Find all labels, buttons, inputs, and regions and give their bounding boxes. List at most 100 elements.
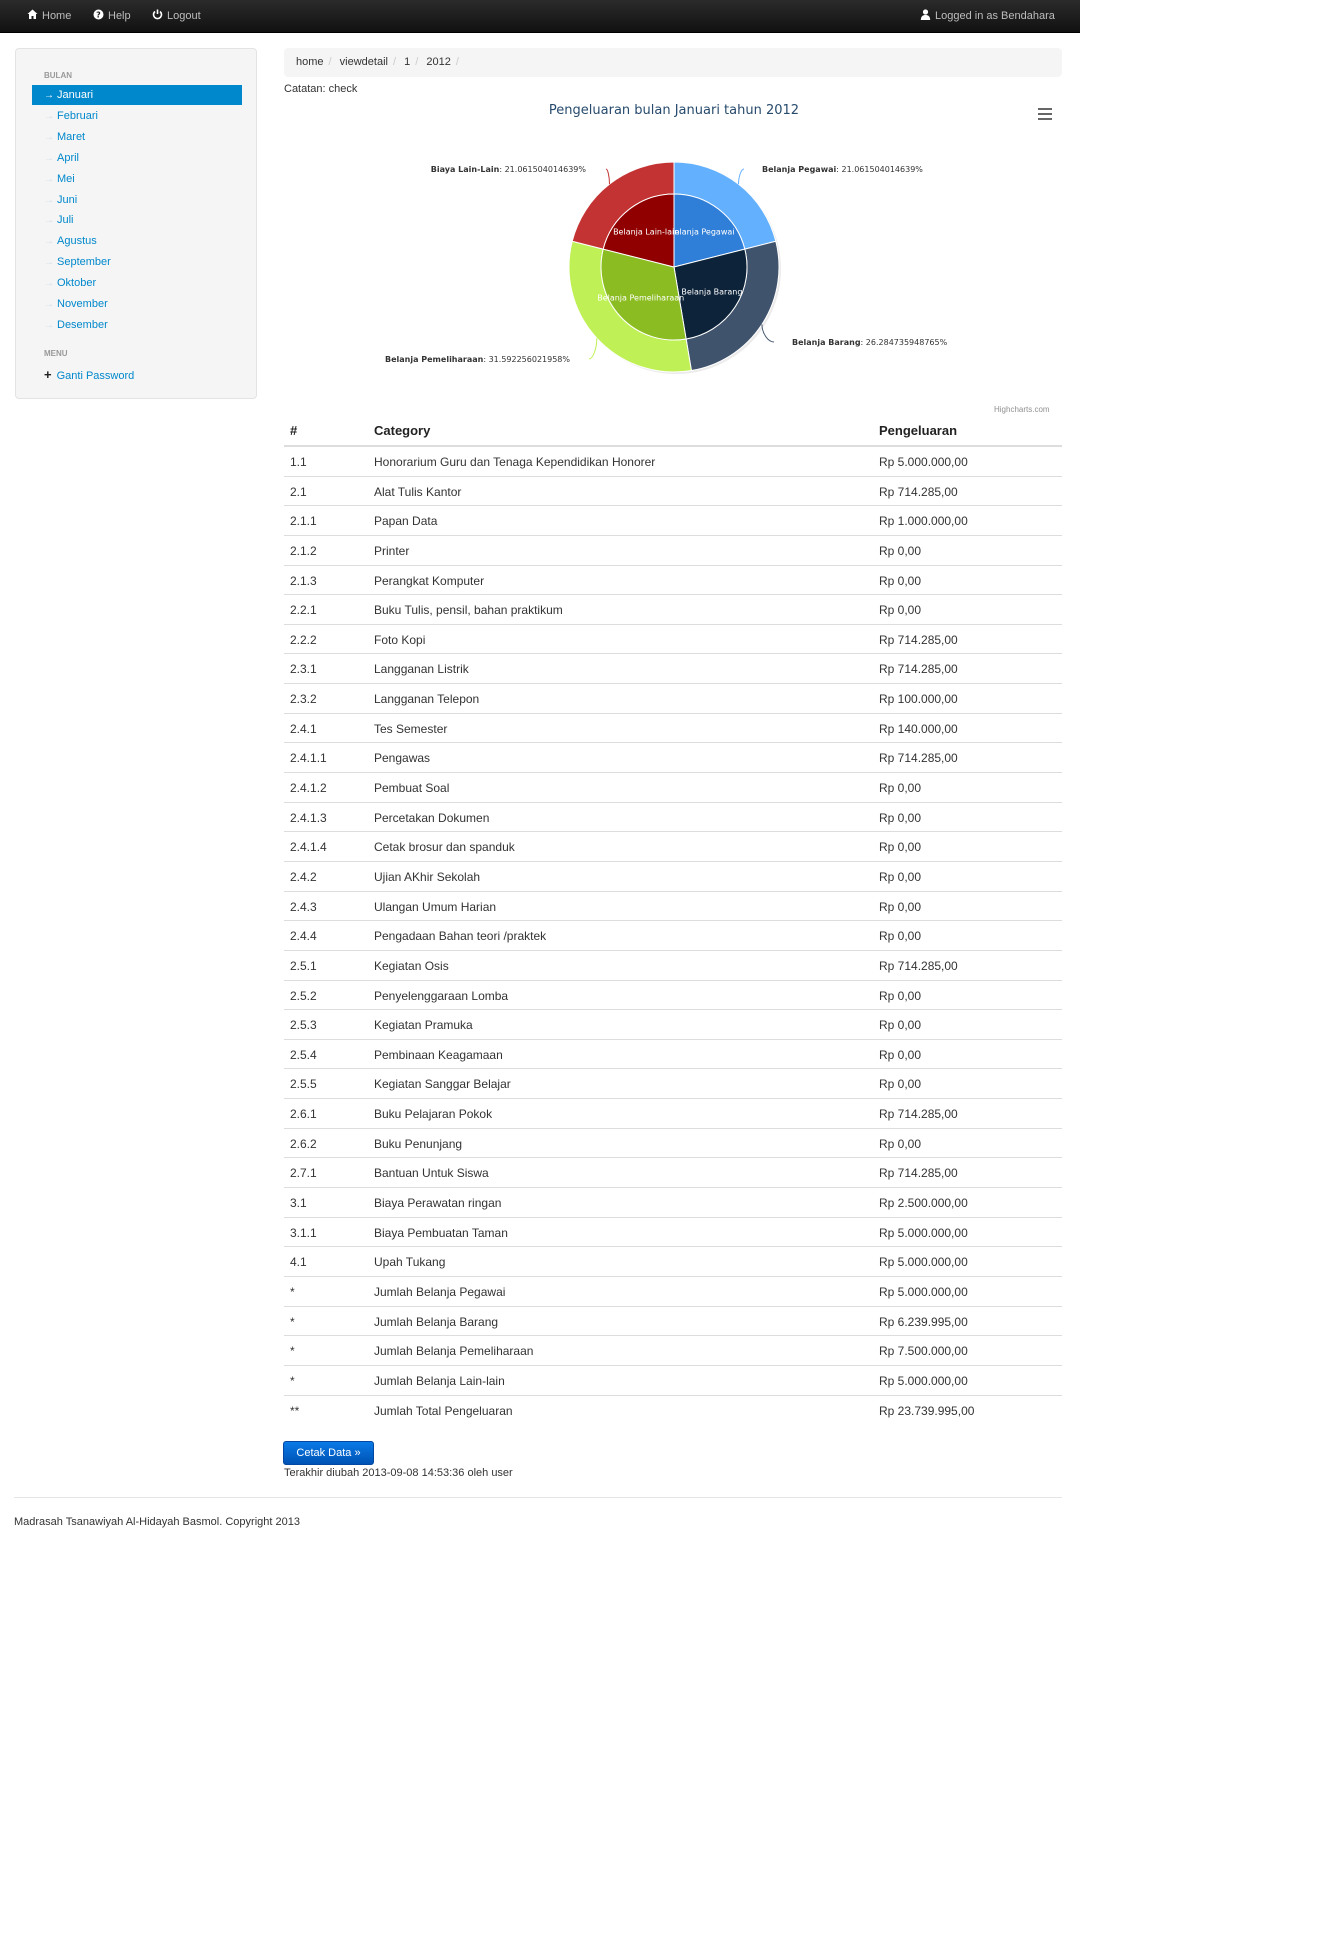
breadcrumb-home[interactable]: home <box>296 56 324 68</box>
menu-header: MENU <box>44 349 68 358</box>
row-category: Kegiatan Sanggar Belajar <box>374 1077 511 1092</box>
sidebar-month-april[interactable]: → April <box>32 148 242 168</box>
pie-outer-label: Belanja Pegawai: 21.061504014639% <box>762 165 923 174</box>
row-number: 3.1 <box>290 1196 307 1211</box>
table-row: 2.4.1 Tes Semester Rp 140.000,00 <box>284 712 1062 743</box>
arrow-right-icon: → <box>44 278 54 290</box>
sidebar-month-desember[interactable]: → Desember <box>32 315 242 335</box>
sidebar-month-maret[interactable]: → Maret <box>32 127 242 147</box>
sidebar-month-label: Agustus <box>57 235 97 248</box>
sidebar-month-februari[interactable]: → Februari <box>32 106 242 126</box>
row-category: Biaya Perawatan ringan <box>374 1196 502 1211</box>
breadcrumb-year[interactable]: 2012 <box>426 56 450 68</box>
row-number: * <box>290 1314 295 1329</box>
table-row: 2.7.1 Bantuan Untuk Siswa Rp 714.285,00 <box>284 1157 1062 1187</box>
row-expense: Rp 5.000.000,00 <box>879 455 968 469</box>
table-row: 3.1.1 Biaya Pembuatan Taman Rp 5.000.000,0… <box>284 1216 1062 1247</box>
row-category: Penyelenggaraan Lomba <box>374 988 509 1003</box>
row-expense: Rp 0,00 <box>879 899 922 914</box>
sidebar-month-juni[interactable]: → Juni <box>32 190 242 210</box>
breadcrumb: home / viewdetail / 1 / 2012 / <box>284 48 1062 77</box>
pie-outer-label-name: Belanja Pemeliharaan <box>385 355 484 364</box>
chart-credit[interactable]: Highcharts.com <box>994 405 1050 414</box>
row-number: 2.4.2 <box>290 869 317 884</box>
logged-in-user[interactable]: Logged in as Bendahara <box>920 0 1055 33</box>
row-number: 2.5.3 <box>290 1018 317 1033</box>
row-expense: Rp 0,00 <box>879 988 922 1003</box>
pie-inner-label: Belanja Lain-lain <box>613 227 679 236</box>
row-number: * <box>290 1284 295 1299</box>
pie-connector <box>761 324 775 343</box>
chart-menu-icon[interactable] <box>1038 108 1052 120</box>
breadcrumb-viewdetail[interactable]: viewdetail <box>340 56 388 68</box>
arrow-right-icon: → <box>44 299 54 310</box>
table-row: 2.2.2 Foto Kopi Rp 714.285,00 <box>284 623 1062 654</box>
nav-home-link[interactable]: Home <box>27 0 71 33</box>
row-number: 2.5.2 <box>290 988 317 1003</box>
pie-connector <box>588 338 598 360</box>
breadcrumb-separator: / <box>415 56 419 68</box>
sidebar-month-label: Februari <box>57 109 98 122</box>
row-expense: Rp 714.285,00 <box>879 662 958 677</box>
change-password-link[interactable]: + Ganti Password <box>44 367 134 382</box>
row-number: 2.1.1 <box>290 514 317 529</box>
table-row: 2.1.1 Papan Data Rp 1.000.000,00 <box>284 505 1062 535</box>
sidebar-month-label: Mei <box>57 172 75 185</box>
table-row: 2.4.1.4 Cetak brosur dan spanduk Rp 0,00 <box>284 831 1062 861</box>
breadcrumb-separator: / <box>392 56 397 68</box>
table-row: 2.6.1 Buku Pelajaran Pokok Rp 714.285,00 <box>284 1098 1062 1128</box>
nav-logout-link[interactable]: Logout <box>152 0 201 33</box>
row-category: Pembinaan Keagamaan <box>374 1047 503 1062</box>
row-expense: Rp 0,00 <box>879 573 922 588</box>
pie-inner-label: Belanja Pemeliharaan <box>597 294 684 303</box>
sidebar-month-oktober[interactable]: → Oktober <box>32 273 242 293</box>
change-password-label: Ganti Password <box>56 370 135 382</box>
sidebar-month-agustus[interactable]: → Agustus <box>32 231 242 251</box>
row-expense: Rp 5.000.000,00 <box>879 1225 968 1240</box>
pie-inner-label: Belanja Barang <box>681 288 742 297</box>
row-expense: Rp 714.285,00 <box>879 1107 958 1122</box>
table-row: 3.1 Biaya Perawatan ringan Rp 2.500.000,00 <box>284 1187 1062 1217</box>
row-category: Kegiatan Pramuka <box>374 1018 473 1033</box>
table-row: 2.5.4 Pembinaan Keagamaan Rp 0,00 <box>284 1038 1062 1069</box>
row-number: 4.1 <box>290 1255 307 1270</box>
sidebar-month-november[interactable]: → November <box>32 294 242 314</box>
row-category: Cetak brosur dan spanduk <box>374 840 515 855</box>
pie-outer-label: Belanja Barang: 26.284735948765% <box>792 338 948 347</box>
table-row: 2.4.1.3 Percetakan Dokumen Rp 0,00 <box>284 801 1062 832</box>
print-data-button[interactable]: Cetak Data » <box>283 1441 374 1465</box>
row-category: Jumlah Belanja Barang <box>374 1314 499 1329</box>
nav-help-link[interactable]: ? Help <box>93 0 131 33</box>
table-header: # Category Pengeluaran <box>284 415 1062 446</box>
sidebar-month-september[interactable]: → September <box>32 252 242 272</box>
row-expense: Rp 5.000.000,00 <box>879 1373 968 1388</box>
breadcrumb-id[interactable]: 1 <box>404 56 410 68</box>
pie-outer-label-value: 21.061504014639% <box>505 165 587 174</box>
row-expense: Rp 7.500.000,00 <box>879 1344 968 1359</box>
row-expense: Rp 0,00 <box>879 781 922 796</box>
sidebar-month-mei[interactable]: → Mei <box>32 169 242 189</box>
row-number: 2.1.2 <box>290 543 317 558</box>
table-row: 2.5.1 Kegiatan Osis Rp 714.285,00 <box>284 949 1062 980</box>
chart-title: Pengeluaran bulan Januari tahun 2012 <box>548 103 800 118</box>
row-number: 2.4.1.3 <box>290 810 327 825</box>
row-expense: Rp 0,00 <box>879 543 922 558</box>
nav-home-label: Home <box>42 10 72 22</box>
pie-connector <box>605 168 610 185</box>
row-category: Ujian AKhir Sekolah <box>374 869 481 884</box>
row-number: 2.7.1 <box>290 1166 317 1181</box>
row-expense: Rp 23.739.995,00 <box>879 1403 975 1418</box>
table-row: 1.1 Honorarium Guru dan Tenaga Kependidik… <box>284 446 1062 476</box>
sidebar-month-juli[interactable]: → Juli <box>32 210 242 230</box>
row-number: 2.2.1 <box>290 603 317 618</box>
sidebar: BULAN → Januari → Februari → Maret → April → Mei →… <box>15 48 257 399</box>
row-number: 2.4.1 <box>290 721 317 736</box>
arrow-right-icon: → <box>44 236 54 248</box>
pie-outer-label-name: Belanja Barang <box>792 338 861 347</box>
table-row: 2.4.1.1 Pengawas Rp 714.285,00 <box>284 742 1062 772</box>
row-number: 1.1 <box>290 455 307 469</box>
row-number: 2.1 <box>290 484 307 499</box>
sidebar-month-januari[interactable]: → Januari <box>32 85 242 105</box>
row-expense: Rp 140.000,00 <box>879 721 958 736</box>
row-expense: Rp 2.500.000,00 <box>879 1196 968 1211</box>
